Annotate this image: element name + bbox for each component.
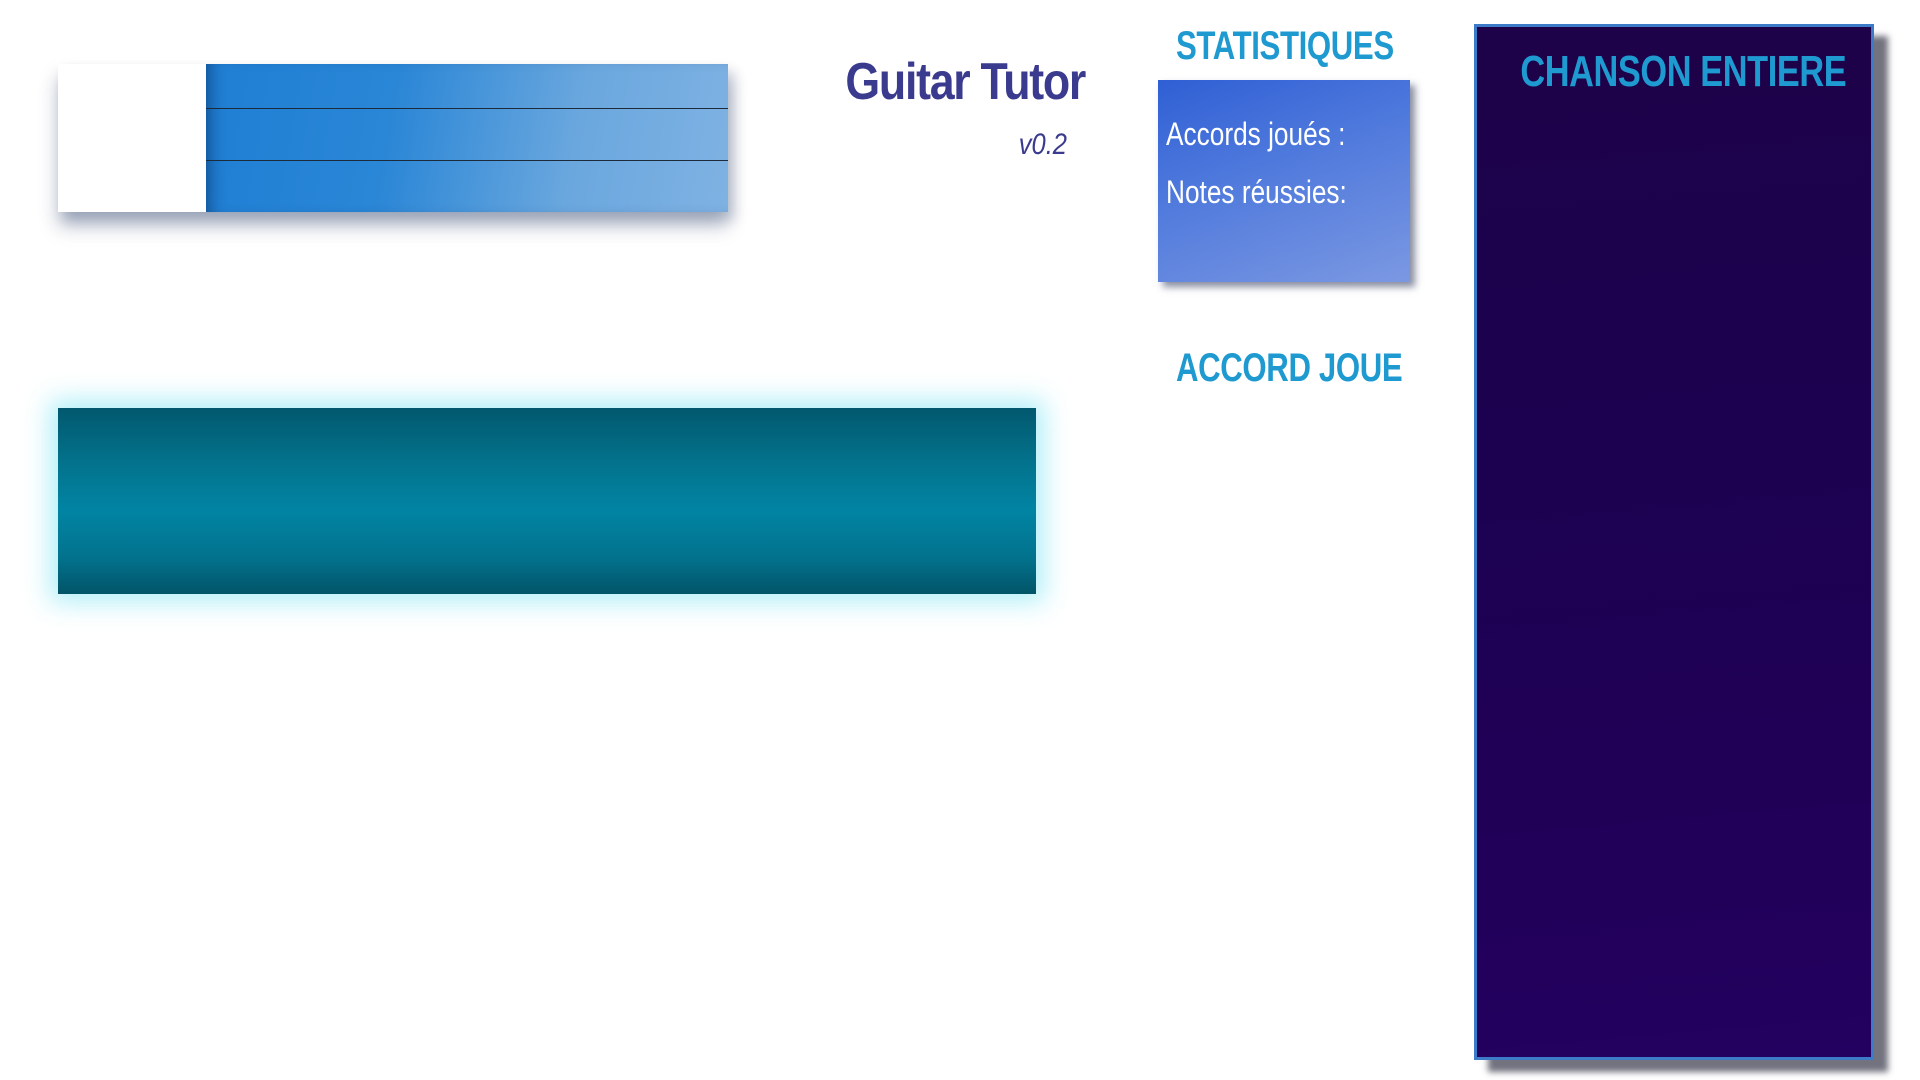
guitar-tutor-screen: Guitar Tutor v0.2 STATISTIQUES Accords j… — [0, 0, 1920, 1080]
chord-preview-square — [58, 64, 206, 212]
notes-succeeded-label: Notes réussies: — [1166, 174, 1347, 210]
guitar-string-line — [206, 108, 728, 109]
whole-song-heading: CHANSON ENTIERE — [1520, 47, 1847, 96]
statistics-panel: Accords joués : Notes réussies: — [1158, 80, 1410, 282]
played-chord-heading: ACCORD JOUE — [1176, 346, 1403, 390]
whole-song-panel: CHANSON ENTIERE — [1474, 24, 1874, 1060]
guitar-strings-panel — [206, 64, 728, 212]
app-version: v0.2 — [1018, 128, 1067, 161]
fretboard-track-bar — [58, 408, 1036, 594]
chord-diagram-widget — [58, 64, 728, 212]
app-title: Guitar Tutor — [845, 53, 1086, 111]
guitar-string-line — [206, 160, 728, 161]
chords-played-label: Accords joués : — [1166, 116, 1346, 152]
statistics-heading: STATISTIQUES — [1176, 24, 1394, 68]
